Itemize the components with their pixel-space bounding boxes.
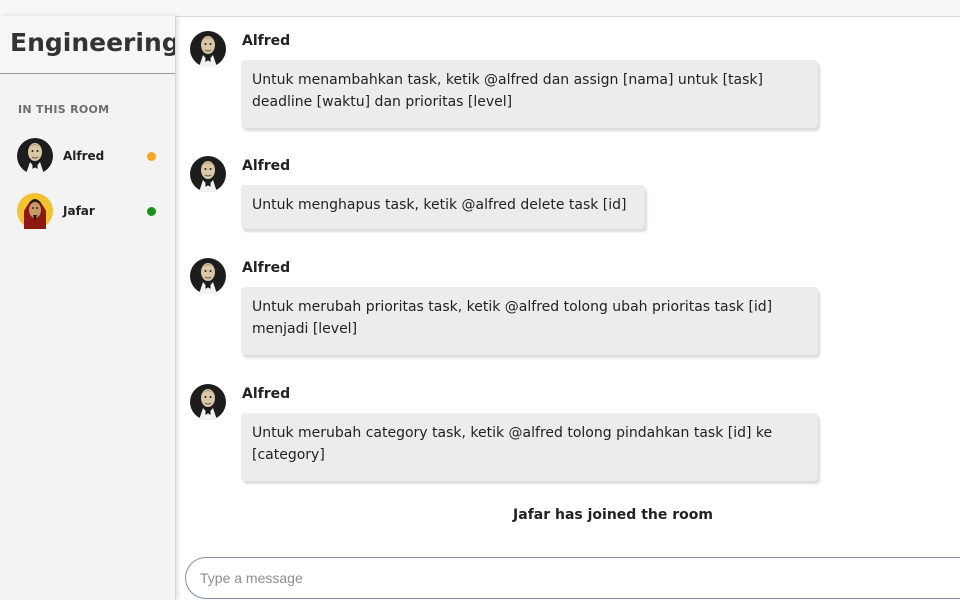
message-composer[interactable] — [185, 557, 960, 599]
message-sender: Alfred — [242, 386, 291, 402]
message-sender: Alfred — [242, 33, 291, 49]
member-name: Jafar — [63, 204, 95, 218]
alfred-avatar — [190, 384, 226, 420]
member-alfred[interactable]: Alfred — [17, 138, 167, 174]
sidebar: Engineering IN THIS ROOM Alfred Jafar — [0, 16, 176, 600]
alfred-avatar — [190, 258, 226, 294]
status-dot-online — [147, 206, 156, 216]
room-title: Engineering — [0, 16, 175, 74]
message-bubble: Untuk merubah prioritas task, ketik @alf… — [241, 287, 818, 355]
message-sender: Alfred — [242, 158, 291, 174]
message-bubble: Untuk menghapus task, ketik @alfred dele… — [241, 185, 645, 229]
message-bubble: Untuk menambahkan task, ketik @alfred da… — [241, 60, 818, 128]
alfred-avatar — [190, 156, 226, 192]
message-sender: Alfred — [242, 260, 291, 276]
member-name: Alfred — [63, 149, 105, 163]
alfred-avatar — [17, 138, 53, 174]
message-input[interactable] — [198, 558, 960, 598]
member-jafar[interactable]: Jafar — [17, 193, 167, 229]
members-section-label: IN THIS ROOM — [18, 103, 110, 116]
jafar-avatar — [17, 193, 53, 229]
alfred-avatar — [190, 31, 226, 67]
status-dot-away — [147, 151, 156, 161]
system-notice: Jafar has joined the room — [513, 507, 713, 523]
message-bubble: Untuk merubah category task, ketik @alfr… — [241, 413, 818, 481]
top-bar — [0, 0, 960, 17]
